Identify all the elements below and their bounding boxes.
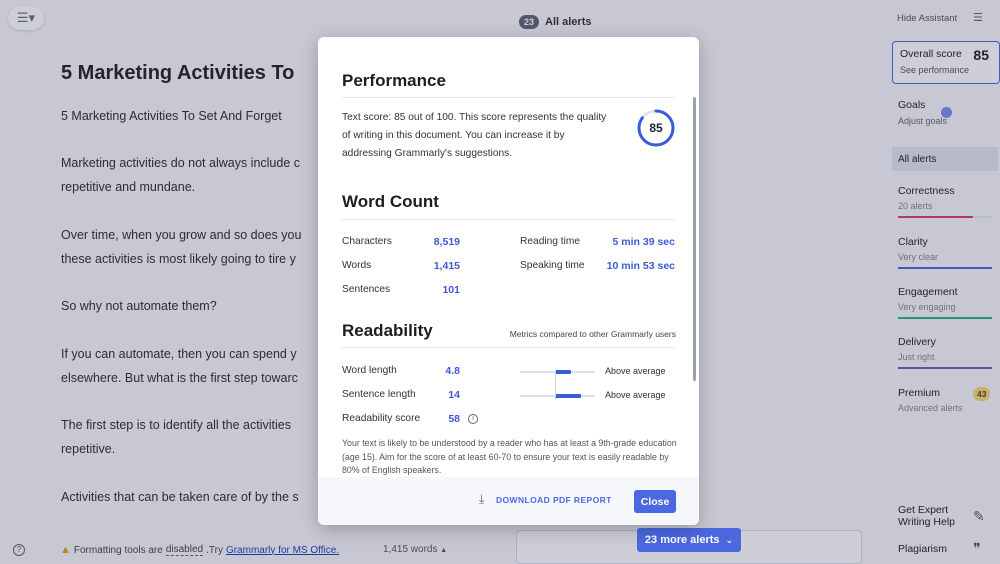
reading-time-value: 5 min 39 sec bbox=[612, 236, 675, 248]
modal-scroll-area[interactable]: Performance Text score: 85 out of 100. T… bbox=[318, 37, 699, 477]
sentence-length-compare-bar bbox=[520, 394, 595, 398]
chevron-down-icon: ⌄ bbox=[725, 534, 734, 545]
readability-description: Your text is likely to be understood by … bbox=[342, 438, 677, 475]
score-ring-value: 85 bbox=[649, 121, 663, 135]
sentence-length-compare-fill bbox=[555, 394, 581, 398]
performance-heading: Performance bbox=[342, 71, 446, 90]
readability-note: Metrics compared to other Grammarly user… bbox=[509, 329, 676, 339]
more-alerts-button[interactable]: 23 more alerts ⌄ bbox=[637, 528, 741, 552]
speaking-time-label: Speaking time bbox=[520, 260, 585, 271]
sentences-value: 101 bbox=[442, 284, 460, 296]
sentences-label: Sentences bbox=[342, 284, 391, 295]
word-count-heading: Word Count bbox=[342, 192, 439, 211]
sentence-length-value: 14 bbox=[448, 389, 460, 401]
sentence-length-label: Sentence length bbox=[342, 389, 416, 400]
download-icon[interactable]: ⤓ bbox=[479, 492, 484, 507]
readability-score-value: 58 bbox=[448, 413, 460, 425]
words-label: Words bbox=[342, 260, 372, 271]
word-length-compare-label: Above average bbox=[605, 366, 666, 376]
word-length-label: Word length bbox=[342, 365, 397, 376]
word-length-value: 4.8 bbox=[445, 365, 460, 377]
download-pdf-button[interactable]: DOWNLOAD PDF REPORT bbox=[496, 495, 612, 505]
readability-score-label: Readability score bbox=[342, 413, 421, 424]
speaking-time-value: 10 min 53 sec bbox=[606, 260, 675, 272]
readability-heading: Readability bbox=[342, 321, 433, 340]
modal-footer: ⤓ DOWNLOAD PDF REPORT Close bbox=[318, 477, 699, 525]
characters-label: Characters bbox=[342, 236, 392, 247]
word-length-compare-bar bbox=[520, 370, 595, 374]
performance-modal: Performance Text score: 85 out of 100. T… bbox=[318, 37, 699, 525]
performance-description: Text score: 85 out of 100. This score re… bbox=[342, 112, 607, 159]
modal-scrollbar[interactable] bbox=[693, 97, 696, 381]
word-length-compare-fill bbox=[555, 370, 571, 374]
average-marker bbox=[555, 370, 556, 397]
characters-value: 8,519 bbox=[433, 236, 460, 248]
info-icon[interactable]: i bbox=[468, 414, 478, 424]
close-button[interactable]: Close bbox=[634, 490, 676, 513]
sentence-length-compare-label: Above average bbox=[605, 390, 666, 400]
reading-time-label: Reading time bbox=[520, 236, 581, 247]
words-value: 1,415 bbox=[433, 260, 460, 272]
